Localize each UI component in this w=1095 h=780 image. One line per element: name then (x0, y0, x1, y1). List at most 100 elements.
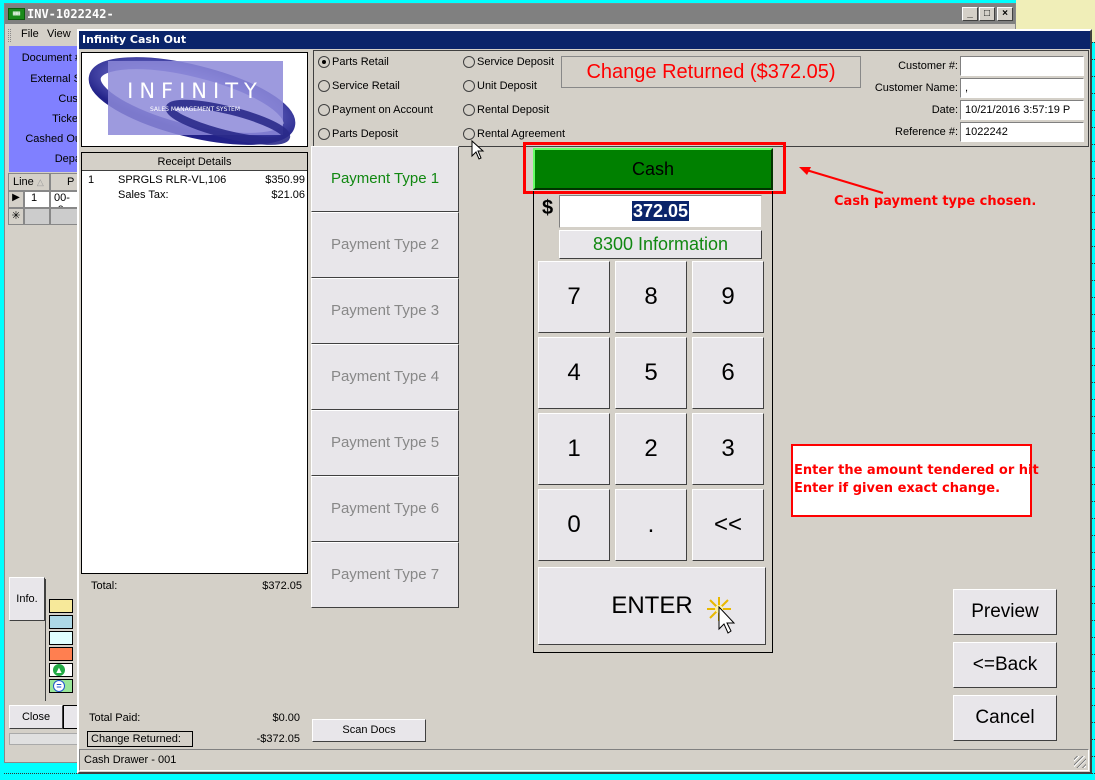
legend-swatch (49, 599, 73, 613)
transaction-type-group: Parts Retail Service Retail Payment on A… (313, 50, 1089, 147)
customer-name-label: Customer Name: (874, 82, 958, 94)
total-label: Total: (91, 580, 118, 592)
grid-header-p[interactable]: P (50, 173, 80, 191)
minimize-button[interactable]: _ (962, 7, 978, 21)
preview-button[interactable]: Preview (953, 589, 1057, 635)
scan-docs-button[interactable]: Scan Docs (312, 719, 426, 742)
receipt-details-header: Receipt Details (82, 153, 307, 171)
grid-cell-p[interactable]: 00--0 (50, 191, 80, 208)
menu-file[interactable]: File (21, 28, 39, 40)
resize-grip[interactable] (1074, 756, 1086, 768)
menu-grip-icon (8, 29, 11, 42)
doc-label-cashed-out: Cashed Ou (25, 133, 81, 145)
annotation-arrow-icon (799, 167, 884, 194)
sales-tax-amount: $21.06 (271, 189, 305, 201)
date-label: Date: (931, 104, 958, 116)
radio-icon (463, 128, 475, 140)
total-value: $372.05 (262, 580, 302, 592)
progress-bar (9, 733, 81, 745)
payment-type-4-button[interactable]: Payment Type 4 (311, 344, 459, 410)
keypad-3-button[interactable]: 3 (692, 413, 764, 485)
radio-service-retail[interactable]: Service Retail (318, 80, 400, 92)
reference-field[interactable]: 1022242 (960, 122, 1084, 142)
close-button[interactable]: Close (9, 705, 63, 729)
payment-type-3-button[interactable]: Payment Type 3 (311, 278, 459, 344)
radio-payment-on-account[interactable]: Payment on Account (318, 104, 433, 116)
radio-checked-icon (318, 56, 330, 68)
customer-number-label: Customer #: (898, 60, 958, 72)
radio-label: Parts Retail (332, 56, 389, 68)
radio-rental-agreement[interactable]: Rental Agreement (463, 128, 565, 140)
keypad-9-button[interactable]: 9 (692, 261, 764, 333)
payment-type-5-button[interactable]: Payment Type 5 (311, 410, 459, 476)
keypad-4-button[interactable]: 4 (538, 337, 610, 409)
radio-label: Rental Deposit (477, 104, 550, 116)
radio-icon (463, 80, 475, 92)
status-bar: Cash Drawer - 001 (79, 749, 1089, 771)
annotation-cash-chosen: Cash payment type chosen. (834, 194, 1037, 209)
radio-unit-deposit[interactable]: Unit Deposit (463, 80, 537, 92)
click-cursor-icon (707, 597, 736, 634)
radio-service-deposit[interactable]: Service Deposit (463, 56, 554, 68)
total-paid-label: Total Paid: (89, 712, 141, 724)
dialog-title-bar: Infinity Cash Out (79, 31, 1090, 49)
row-selector-icon: ▶ (8, 191, 24, 208)
amount-tendered-input[interactable]: 372.05 (559, 195, 762, 228)
keypad-backspace-button[interactable]: << (692, 489, 764, 561)
menu-view[interactable]: View (47, 28, 71, 40)
dialog-title: Infinity Cash Out (82, 33, 187, 46)
legend-swatch (49, 631, 73, 645)
keypad-7-button[interactable]: 7 (538, 261, 610, 333)
grid-header-line-text: Line (13, 176, 34, 188)
radio-label: Payment on Account (332, 104, 433, 116)
grid-cell-line[interactable]: 1 (24, 191, 50, 208)
annotation-instruction-line2: Enter if given exact change. (794, 481, 1001, 496)
radio-icon (318, 104, 330, 116)
keypad-1-button[interactable]: 1 (538, 413, 610, 485)
doc-label-document: Document # (21, 52, 81, 64)
grid-header-line[interactable]: Line △ (8, 173, 50, 191)
doc-label-external: External S (30, 73, 81, 85)
close-window-button[interactable]: × (997, 7, 1013, 21)
radio-label: Parts Deposit (332, 128, 399, 140)
document-header-panel: Document # External S Cust Ticket Cashed… (9, 46, 81, 172)
radio-parts-deposit[interactable]: Parts Deposit (318, 128, 398, 140)
keypad-0-button[interactable]: 0 (538, 489, 610, 561)
cancel-button[interactable]: Cancel (953, 695, 1057, 741)
grid-cell-new-line[interactable] (24, 208, 50, 225)
radio-rental-deposit[interactable]: Rental Deposit (463, 104, 549, 116)
back-button[interactable]: <=Back (953, 642, 1057, 688)
receipt-line-desc: SPRGLS RLR-VL,106 (118, 174, 227, 186)
cash-button[interactable]: Cash (533, 148, 773, 190)
change-returned-value: -$372.05 (256, 733, 300, 745)
logo-graphic: INFINITY SALES MANAGEMENT SYSTEM (88, 57, 296, 145)
maximize-button[interactable]: □ (979, 7, 995, 21)
grid-cell-new-p[interactable] (50, 208, 80, 225)
keypad-2-button[interactable]: 2 (615, 413, 687, 485)
customer-name-field[interactable]: , (960, 78, 1084, 98)
customer-number-field[interactable] (960, 56, 1084, 76)
annotation-instruction-box: Enter the amount tendered or hit Enter i… (791, 444, 1039, 517)
payment-type-2-button[interactable]: Payment Type 2 (311, 212, 459, 278)
change-returned-label: Change Returned: (87, 731, 193, 747)
radio-parts-retail[interactable]: Parts Retail (318, 56, 389, 68)
dollar-sign: $ (542, 197, 554, 219)
radio-icon (463, 56, 475, 68)
radio-label: Service Retail (332, 80, 400, 92)
date-field[interactable]: 10/21/2016 3:57:19 P (960, 100, 1084, 120)
legend-panel: ▲ = (45, 579, 81, 701)
radio-icon (318, 80, 330, 92)
keypad-8-button[interactable]: 8 (615, 261, 687, 333)
keypad-decimal-button[interactable]: . (615, 489, 687, 561)
keypad-6-button[interactable]: 6 (692, 337, 764, 409)
info-tab[interactable]: Info. (9, 577, 45, 621)
legend-swatch (49, 647, 73, 661)
invoice-title-text: INV-1022242- (27, 7, 114, 21)
sales-tax-label: Sales Tax: (118, 189, 169, 201)
payment-type-1-button[interactable]: Payment Type 1 (311, 146, 459, 212)
keypad-5-button[interactable]: 5 (615, 337, 687, 409)
8300-information-button[interactable]: 8300 Information (559, 230, 762, 259)
enter-label: ENTER (611, 592, 693, 619)
payment-type-6-button[interactable]: Payment Type 6 (311, 476, 459, 542)
payment-type-7-button[interactable]: Payment Type 7 (311, 542, 459, 608)
